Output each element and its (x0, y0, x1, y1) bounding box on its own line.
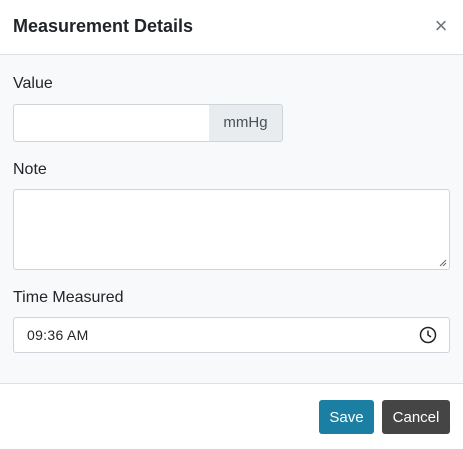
resize-handle-icon[interactable] (439, 259, 447, 267)
value-label: Value (13, 75, 53, 92)
clock-icon[interactable] (419, 326, 437, 344)
cancel-button[interactable]: Cancel (382, 400, 450, 434)
time-input[interactable]: 09:36 AM (13, 317, 450, 353)
measurement-dialog: Measurement Details × Value mmHg Note Ti… (0, 0, 463, 449)
value-input[interactable] (13, 104, 210, 142)
close-icon[interactable]: × (432, 14, 450, 38)
dialog-footer: Save Cancel (0, 383, 463, 449)
time-measured-label: Time Measured (13, 289, 124, 306)
dialog-body: Value mmHg Note Time Measured 09:36 AM (0, 55, 463, 383)
time-value: 09:36 AM (27, 327, 89, 343)
unit-addon: mmHg (209, 104, 283, 142)
save-button[interactable]: Save (319, 400, 374, 434)
note-textarea[interactable] (13, 189, 450, 270)
dialog-title: Measurement Details (13, 16, 194, 36)
note-label: Note (13, 161, 47, 178)
dialog-header: Measurement Details × (0, 0, 463, 55)
